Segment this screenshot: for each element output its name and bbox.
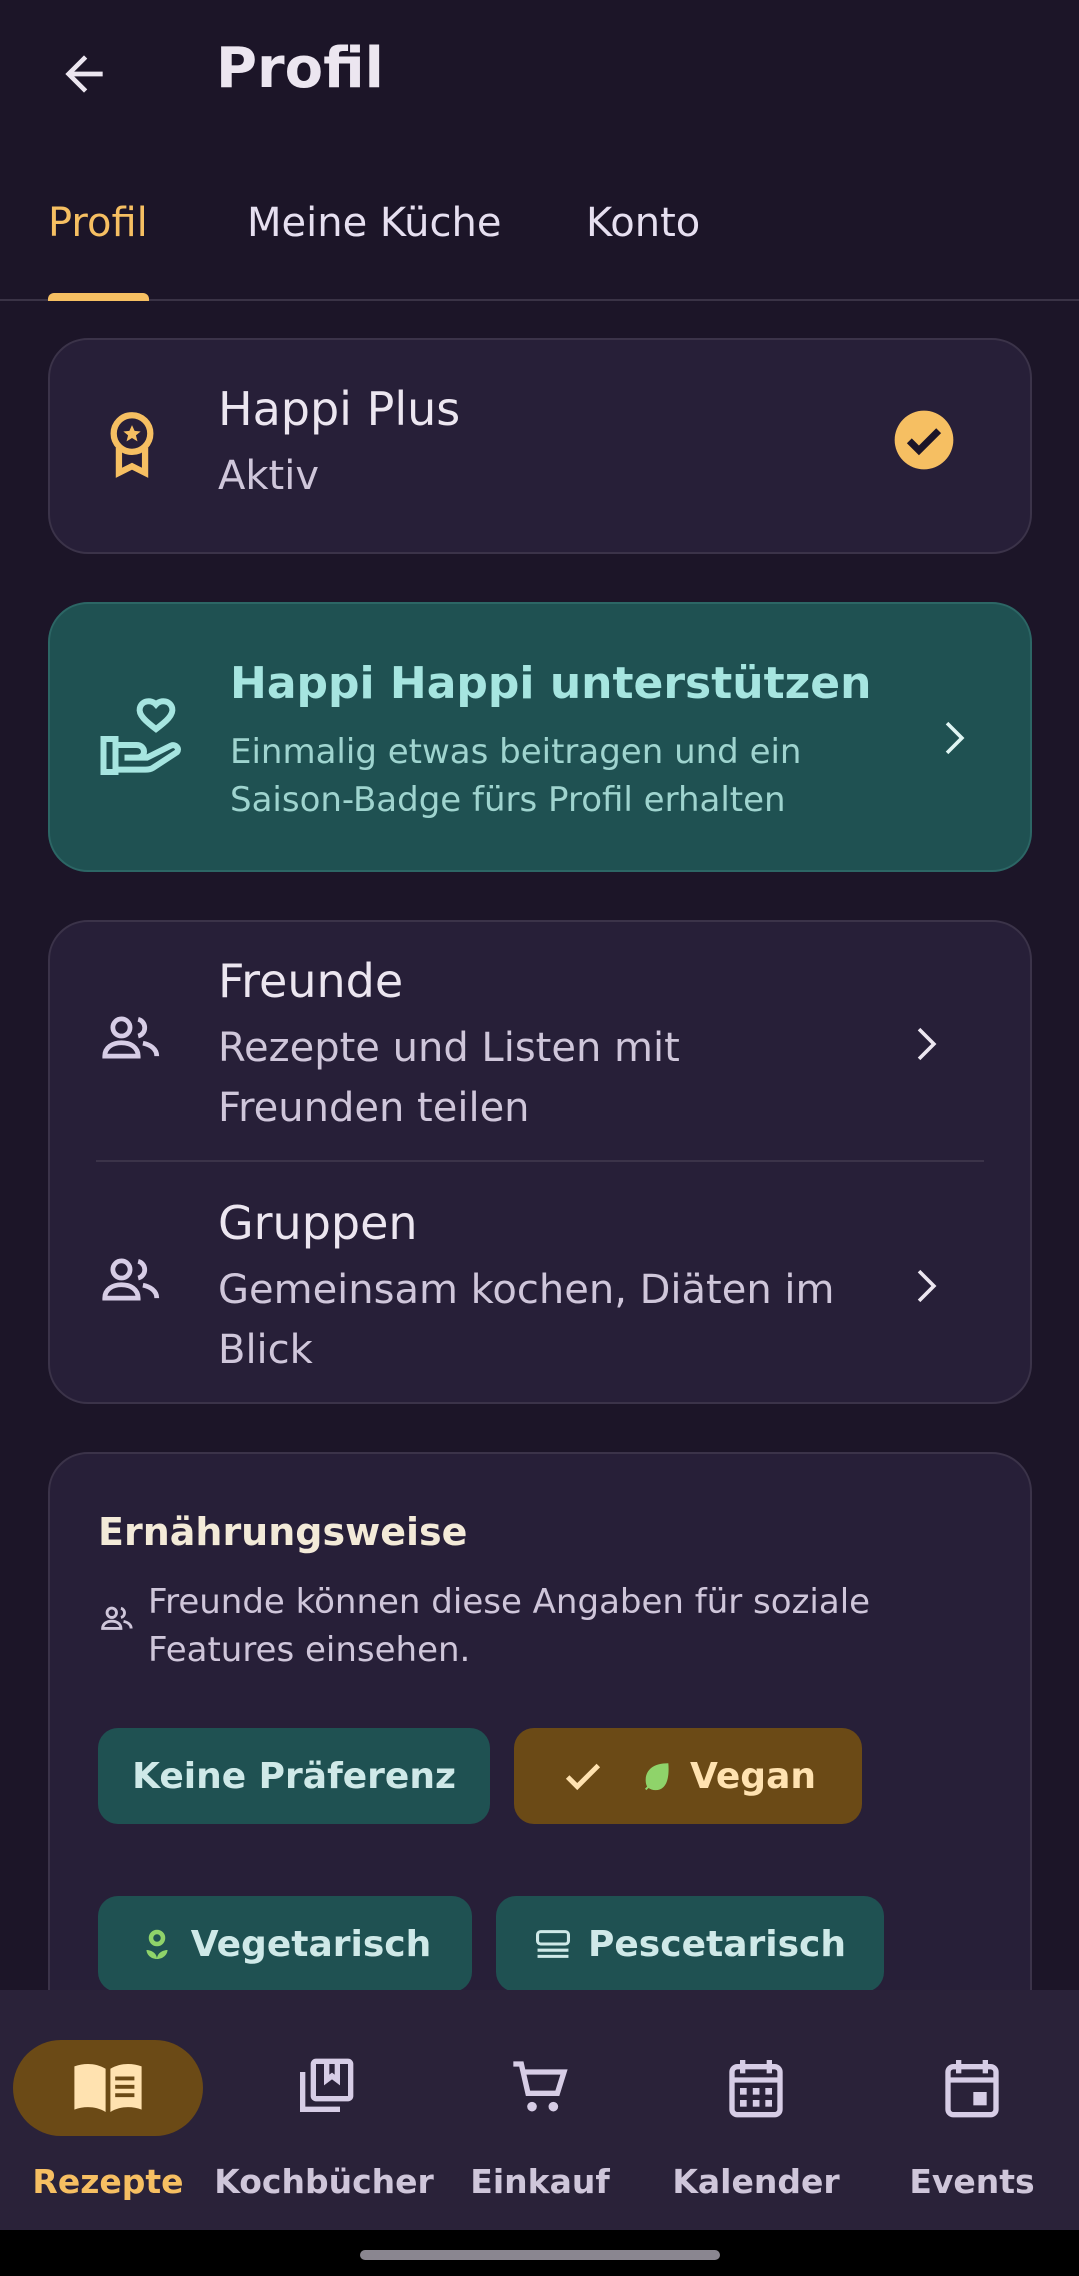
nav-rezepte[interactable]: Rezepte [8,2040,208,2201]
nav-label: Einkauf [470,2162,610,2201]
tab-profil[interactable]: Profil [48,200,148,246]
hand-heart-icon [98,694,190,782]
gesture-handle[interactable] [360,2250,720,2260]
people-icon [100,1012,162,1066]
check-icon [565,1763,601,1791]
nav-label: Kalender [672,2162,840,2201]
tab-divider [0,299,1079,301]
event-icon [945,2060,999,2118]
friends-title: Freunde [218,954,404,1008]
groups-desc-line1: Gemeinsam kochen, Diäten im [218,1267,835,1313]
back-button[interactable] [48,38,120,110]
nav-label: Kochbücher [214,2162,434,2201]
chevron-right-icon [902,1264,946,1312]
chip-label: Vegan [690,1755,816,1797]
check-circle-icon [892,408,956,476]
cart-icon [513,2061,568,2112]
friends-desc-line2: Freunden teilen [218,1085,530,1131]
chip-label: Keine Präferenz [132,1755,456,1797]
plus-status: Aktiv [218,453,319,499]
people-icon [100,1254,162,1308]
friends-row[interactable]: Freunde Rezepte und Listen mit Freunden … [50,922,1030,1162]
support-title: Happi Happi unterstützen [230,658,872,709]
support-desc-line1: Einmalig etwas beitragen und ein [230,732,802,772]
diet-chip-vegan[interactable]: Vegan [514,1728,862,1824]
nav-einkauf[interactable]: Einkauf [440,2040,640,2201]
calendar-icon [729,2060,783,2118]
library-books-icon [300,2058,354,2112]
diet-note-line1: Freunde können diese Angaben für soziale [148,1582,871,1622]
social-divider [96,1160,984,1162]
award-badge-icon [100,410,164,482]
chip-label: Pescetarisch [588,1923,846,1965]
flower-icon [146,1929,168,1959]
nav-label: Events [909,2162,1035,2201]
friends-desc-line1: Rezepte und Listen mit [218,1025,680,1071]
diet-chip-keine-praeferenz[interactable]: Keine Präferenz [98,1728,490,1824]
plus-title: Happi Plus [218,382,461,436]
nav-events[interactable]: Events [872,2040,1072,2201]
support-desc-line2: Saison-Badge fürs Profil erhalten [230,780,786,820]
groups-title: Gruppen [218,1196,418,1250]
diet-chip-vegetarisch[interactable]: Vegetarisch [98,1896,472,1992]
social-card: Freunde Rezepte und Listen mit Freunden … [48,920,1032,1404]
active-indicator [13,2040,203,2136]
open-book-icon [74,2063,142,2112]
diet-title: Ernährungsweise [98,1510,468,1554]
nav-kalender[interactable]: Kalender [656,2040,856,2201]
people-icon [100,1604,134,1636]
happi-plus-card[interactable]: Happi Plus Aktiv [48,338,1032,554]
groups-desc-line2: Blick [218,1327,313,1373]
leaf-icon [644,1763,669,1791]
tab-indicator [48,293,149,301]
nav-kochbuecher[interactable]: Kochbücher [214,2040,434,2201]
diet-chip-pescetarisch[interactable]: Pescetarisch [496,1896,884,1992]
nav-label: Rezepte [32,2162,184,2201]
tab-konto[interactable]: Konto [586,200,700,246]
fish-icon [536,1930,570,1958]
tab-meine-kueche[interactable]: Meine Küche [247,200,501,246]
page-title: Profil [216,36,384,101]
arrow-back-icon [65,55,103,93]
chip-label: Vegetarisch [190,1923,432,1965]
chevron-right-icon [902,1022,946,1070]
chevron-right-icon [930,716,974,764]
support-card[interactable]: Happi Happi unterstützen Einmalig etwas … [48,602,1032,872]
groups-row[interactable]: Gruppen Gemeinsam kochen, Diäten im Blic… [50,1164,1030,1404]
diet-note-line2: Features einsehen. [148,1630,471,1670]
diet-card: Ernährungsweise Freunde können diese Ang… [48,1452,1032,2052]
